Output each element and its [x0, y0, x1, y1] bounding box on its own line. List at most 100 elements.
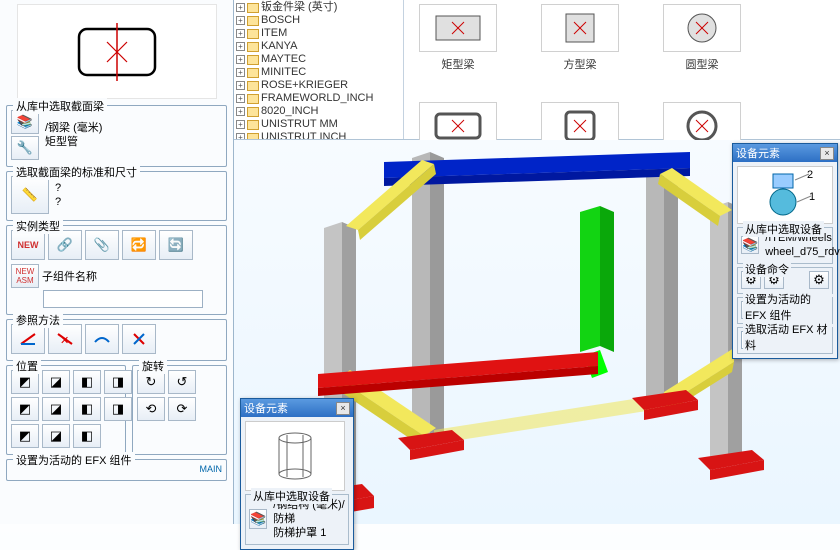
pos-4[interactable]: ◨ — [104, 370, 132, 394]
pos-5[interactable]: ◩ — [11, 397, 39, 421]
expand-icon[interactable]: + — [236, 68, 245, 77]
fs-title-2: 选取截面梁的标准和尺寸 — [13, 164, 140, 180]
efx-label: MAIN — [200, 464, 223, 474]
size-btn[interactable]: 📏 — [11, 176, 49, 214]
left-panel: 从库中选取截面梁 📚 🔧 /钢梁 (毫米) 矩型管 选取截面梁的标准和尺寸 📏 … — [0, 0, 234, 524]
fs-ref-method: 参照方法 ✕ — [6, 319, 227, 361]
dlg1-lib-btn[interactable]: 📚 — [249, 509, 267, 529]
lib-type: 矩型管 — [45, 135, 102, 149]
inst-new-1[interactable]: NEW — [11, 230, 45, 260]
dialog-thumb — [245, 421, 345, 491]
expand-icon[interactable]: + — [236, 3, 245, 12]
fs-title-3: 实例类型 — [13, 218, 63, 234]
dlg2-fs4: 选取活动 EFX 材料 — [743, 321, 832, 353]
rot-4[interactable]: ⟳ — [168, 397, 196, 421]
tree-item: +FRAMEWORLD_INCH — [236, 92, 401, 105]
fs-select-from-lib: 从库中选取截面梁 📚 🔧 /钢梁 (毫米) 矩型管 — [6, 105, 227, 167]
expand-icon[interactable]: + — [236, 55, 245, 64]
dialog-titlebar[interactable]: 设备元素 × — [241, 399, 353, 417]
tree-item: +UNISTRUT INCH — [236, 131, 401, 139]
fs-title-7: 设置为活动的 EFX 组件 — [13, 452, 135, 468]
subcomp-label: 子组件名称 — [42, 268, 97, 284]
expand-icon[interactable]: + — [236, 29, 245, 38]
profile-rect-beam[interactable]: 矩型梁 — [412, 4, 504, 72]
inst-btn-4[interactable]: 🔁 — [122, 230, 156, 260]
fs-rotation: 旋转 ↻ ↺ ⟲ ⟳ — [132, 365, 227, 455]
folder-icon — [247, 16, 259, 26]
tree-item: +UNISTRUT MM — [236, 118, 401, 131]
ref-btn-3[interactable] — [85, 324, 119, 354]
fs-active-efx: 设置为活动的 EFX 组件 MAIN — [6, 459, 227, 481]
svg-text:✕: ✕ — [60, 335, 69, 346]
dlg1-fs-title: 从库中选取设备 — [251, 488, 332, 504]
equipment-dialog-1[interactable]: 设备元素 × 从库中选取设备 📚 /钢结构 (毫米)/防梯 防梯护罩 1 — [240, 398, 354, 550]
folder-icon — [247, 120, 259, 130]
pos-3[interactable]: ◧ — [73, 370, 101, 394]
fs-standard-size: 选取截面梁的标准和尺寸 📏 ? ? — [6, 171, 227, 221]
pos-6[interactable]: ◪ — [42, 397, 70, 421]
dlg2-lib-btn[interactable]: 📚 — [741, 236, 759, 254]
inst-btn-3[interactable]: 📎 — [85, 230, 119, 260]
tree-item: +BOSCH — [236, 14, 401, 27]
folder-icon — [247, 94, 259, 104]
fs-title-5: 位置 — [13, 358, 41, 374]
section-preview — [17, 4, 217, 99]
folder-icon — [247, 42, 259, 52]
expand-icon[interactable]: + — [236, 107, 245, 116]
pos-8[interactable]: ◨ — [104, 397, 132, 421]
subcomp-btn[interactable]: NEWASM — [11, 264, 39, 288]
folder-icon — [247, 3, 259, 13]
close-icon[interactable]: × — [336, 402, 350, 415]
tree-item: +钣金件梁 (英寸) — [236, 1, 401, 14]
expand-icon[interactable]: + — [236, 81, 245, 90]
expand-icon[interactable]: + — [236, 16, 245, 25]
dlg1-line2: 防梯护罩 1 — [273, 526, 345, 540]
inst-btn-5[interactable]: 🔄 — [159, 230, 193, 260]
dialog-titlebar[interactable]: 设备元素 × — [733, 144, 837, 162]
expand-icon[interactable]: + — [236, 94, 245, 103]
folder-icon — [247, 29, 259, 39]
lib-path: /钢梁 (毫米) — [45, 121, 102, 135]
folder-icon — [247, 68, 259, 78]
rot-3[interactable]: ⟲ — [137, 397, 165, 421]
dlg2-cmd3[interactable]: ⚙ — [809, 271, 829, 289]
tree-item: +MINITEC — [236, 66, 401, 79]
rot-2[interactable]: ↺ — [168, 370, 196, 394]
expand-icon[interactable]: + — [236, 133, 245, 139]
folder-icon — [247, 133, 259, 140]
dlg2-fs1: 从库中选取设备 — [743, 221, 824, 237]
pos-10[interactable]: ◪ — [42, 424, 70, 448]
profile-square-beam[interactable]: 方型梁 — [534, 4, 626, 72]
expand-icon[interactable]: + — [236, 120, 245, 129]
tree-item: +ROSE+KRIEGER — [236, 79, 401, 92]
pos-7[interactable]: ◧ — [73, 397, 101, 421]
pos-2[interactable]: ◪ — [42, 370, 70, 394]
dlg2-fs3: 设置为活动的 EFX 组件 — [743, 291, 832, 323]
dlg2-l2: wheel_d75_rdv — [765, 245, 840, 259]
dialog-title: 设备元素 — [736, 145, 780, 161]
pos-9[interactable]: ◩ — [11, 424, 39, 448]
size-val-2: ? — [55, 195, 61, 209]
folder-icon — [247, 81, 259, 91]
fs-title: 从库中选取截面梁 — [13, 98, 107, 114]
lib-btn-2[interactable]: 🔧 — [11, 136, 39, 160]
tree-item: +8020_INCH — [236, 105, 401, 118]
tree-item: +ITEM — [236, 27, 401, 40]
library-tree[interactable]: +钣金件梁 (英寸) +BOSCH +ITEM +KANYA +MAYTEC +… — [234, 0, 404, 139]
ref-btn-2[interactable]: ✕ — [48, 324, 82, 354]
inst-btn-2[interactable]: 🔗 — [48, 230, 82, 260]
pos-11[interactable]: ◧ — [73, 424, 101, 448]
profile-round-beam[interactable]: 圆型梁 — [656, 4, 748, 72]
fs-title-4: 参照方法 — [13, 312, 63, 328]
expand-icon[interactable]: + — [236, 42, 245, 51]
ref-btn-1[interactable] — [11, 324, 45, 354]
folder-icon — [247, 107, 259, 117]
equipment-dialog-2[interactable]: 设备元素 × 21 从库中选取设备 📚 /ITEM/wheelswheel_d7… — [732, 143, 838, 359]
ref-btn-4[interactable] — [122, 324, 156, 354]
svg-text:2: 2 — [807, 170, 813, 181]
fs-position: 位置 ◩ ◪ ◧ ◨ ◩ ◪ ◧ ◨ ◩ ◪ ◧ — [6, 365, 126, 455]
size-val-1: ? — [55, 181, 61, 195]
close-icon[interactable]: × — [820, 147, 834, 160]
subcomp-name-input[interactable] — [43, 290, 203, 308]
fs-title-6: 旋转 — [139, 358, 167, 374]
